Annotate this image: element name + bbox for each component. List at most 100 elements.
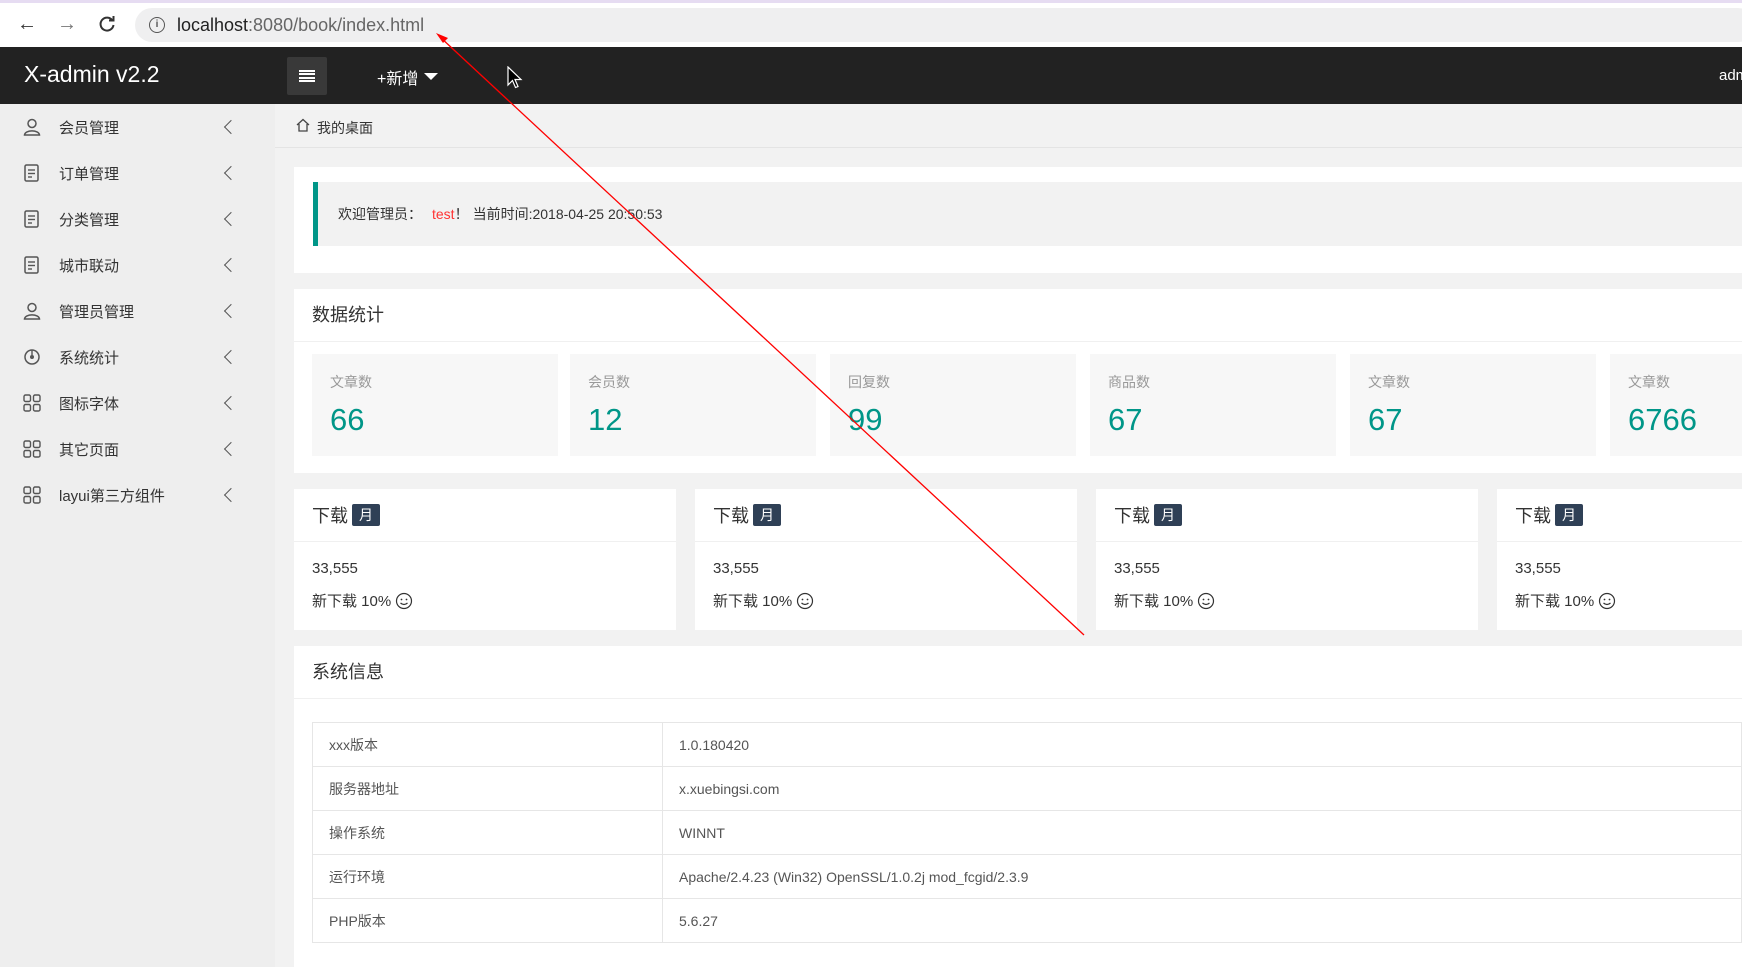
stat-label: 文章数	[1628, 374, 1670, 390]
chevron-left-icon	[223, 395, 239, 411]
table-row: 运行环境 Apache/2.4.23 (Win32) OpenSSL/1.0.2j…	[312, 854, 1742, 899]
stat-value: 67	[1108, 402, 1143, 437]
chevron-left-icon	[223, 165, 239, 181]
stat-label: 文章数	[330, 374, 372, 390]
sidebar-item-label: 管理员管理	[59, 303, 135, 321]
table-row: PHP版本 5.6.27	[312, 898, 1742, 943]
download-count: 33,555	[1114, 560, 1160, 577]
mouse-cursor-icon	[507, 66, 523, 89]
sidebar-item-admins[interactable]: 管理员管理	[0, 288, 275, 334]
add-new-menu[interactable]: +新增	[377, 65, 439, 89]
sidebar-item-label: 其它页面	[59, 441, 120, 459]
row-key: 操作系统	[312, 810, 663, 855]
download-growth-label: 新下载 10%	[312, 593, 392, 610]
download-card: 下载月 33,555 新下载 10%	[1497, 489, 1742, 630]
smile-icon	[797, 592, 814, 609]
url-text[interactable]: localhost:8080/book/index.html	[177, 15, 424, 36]
grid-icon	[23, 486, 41, 504]
row-value: Apache/2.4.23 (Win32) OpenSSL/1.0.2j mod…	[662, 854, 1742, 899]
smile-icon	[1599, 592, 1616, 609]
download-title: 下载	[713, 506, 749, 526]
stat-box[interactable]: 会员数 12	[570, 354, 816, 456]
download-card: 下载月 33,555 新下载 10%	[294, 489, 676, 630]
forward-arrow-icon[interactable]: →	[52, 9, 82, 39]
stat-box[interactable]: 文章数 6766	[1610, 354, 1742, 456]
sidebar-item-layui-components[interactable]: layui第三方组件	[0, 472, 275, 518]
caret-down-icon	[424, 73, 439, 80]
user-menu[interactable]: admin	[1719, 67, 1742, 84]
stat-box[interactable]: 回复数 99	[830, 354, 1076, 456]
smile-icon	[1198, 592, 1215, 609]
download-card: 下载月 33,555 新下载 10%	[695, 489, 1077, 630]
welcome-card: 欢迎管理员： test！ 当前时间:2018-04-25 20:50:53	[294, 167, 1742, 273]
download-title: 下载	[312, 506, 348, 526]
row-key: PHP版本	[312, 898, 663, 943]
stat-value: 6766	[1628, 402, 1697, 437]
breadcrumb-label[interactable]: 我的桌面	[317, 118, 373, 138]
row-value: 1.0.180420	[662, 722, 1742, 767]
menu-toggle-button[interactable]	[287, 57, 327, 95]
main-content: 我的桌面 欢迎管理员： test！ 当前时间:2018-04-25 20:50:…	[275, 104, 1742, 967]
download-growth-label: 新下载 10%	[1114, 593, 1194, 610]
back-arrow-icon[interactable]: ←	[12, 9, 42, 39]
app-logo[interactable]: X-admin v2.2	[24, 61, 160, 88]
download-title: 下载	[1114, 506, 1150, 526]
row-value: 5.6.27	[662, 898, 1742, 943]
breadcrumb: 我的桌面	[275, 104, 1742, 148]
download-growth: 新下载 10%	[312, 590, 413, 611]
stat-value: 67	[1368, 402, 1403, 437]
info-icon[interactable]: i	[149, 17, 165, 33]
table-row: xxx版本 1.0.180420	[312, 722, 1742, 767]
add-new-label: +新增	[377, 71, 419, 88]
sidebar-item-label: 图标字体	[59, 395, 120, 413]
welcome-suffix: ！	[454, 206, 469, 222]
sidebar-item-orders[interactable]: 订单管理	[0, 150, 275, 196]
row-key: 服务器地址	[312, 766, 663, 811]
row-value: x.xuebingsi.com	[662, 766, 1742, 811]
chevron-left-icon	[223, 487, 239, 503]
stat-value: 99	[848, 402, 883, 437]
stat-box[interactable]: 文章数 67	[1350, 354, 1596, 456]
sidebar-item-members[interactable]: 会员管理	[0, 104, 275, 150]
document-icon	[24, 210, 39, 228]
stat-label: 回复数	[848, 374, 890, 390]
stat-box[interactable]: 商品数 67	[1090, 354, 1336, 456]
sidebar-item-statistics[interactable]: 系统统计	[0, 334, 275, 380]
welcome-message: 欢迎管理员： test！ 当前时间:2018-04-25 20:50:53	[313, 182, 1742, 246]
user-icon	[23, 118, 41, 136]
grid-icon	[23, 394, 41, 412]
hamburger-icon	[299, 70, 315, 82]
sidebar-item-city-linkage[interactable]: 城市联动	[0, 242, 275, 288]
stat-box[interactable]: 文章数 66	[312, 354, 558, 456]
address-bar[interactable]: i localhost:8080/book/index.html	[135, 8, 1742, 42]
download-growth: 新下载 10%	[1515, 590, 1616, 611]
download-card-header: 下载月	[695, 489, 1077, 542]
period-badge: 月	[753, 504, 781, 526]
chevron-left-icon	[223, 257, 239, 273]
period-badge: 月	[1154, 504, 1182, 526]
download-card-header: 下载月	[1497, 489, 1742, 542]
system-info-table: xxx版本 1.0.180420 服务器地址 x.xuebingsi.com 操作系…	[312, 722, 1742, 943]
top-header: X-admin v2.2 +新增 admin	[0, 47, 1742, 104]
sidebar-item-label: layui第三方组件	[59, 487, 165, 505]
chevron-left-icon	[223, 211, 239, 227]
chevron-left-icon	[223, 349, 239, 365]
stats-card: 数据统计 文章数 66 会员数 12 回复数 99 商品数 67 文章数 67 …	[294, 289, 1742, 473]
browser-toolbar: ← → i localhost:8080/book/index.html	[0, 0, 1742, 47]
download-growth-label: 新下载 10%	[1515, 593, 1595, 610]
stat-label: 会员数	[588, 374, 630, 390]
system-info-card: 系统信息 xxx版本 1.0.180420 服务器地址 x.xuebingsi.co…	[294, 646, 1742, 967]
system-info-title: 系统信息	[294, 646, 1742, 699]
welcome-user: test	[432, 206, 455, 222]
period-badge: 月	[1555, 504, 1583, 526]
reload-icon[interactable]	[92, 9, 122, 39]
sidebar-item-other-pages[interactable]: 其它页面	[0, 426, 275, 472]
table-row: 服务器地址 x.xuebingsi.com	[312, 766, 1742, 811]
sidebar-item-icon-fonts[interactable]: 图标字体	[0, 380, 275, 426]
sidebar-item-categories[interactable]: 分类管理	[0, 196, 275, 242]
download-title: 下载	[1515, 506, 1551, 526]
document-icon	[24, 256, 39, 274]
smile-icon	[396, 592, 413, 609]
stats-title: 数据统计	[294, 289, 1742, 342]
sidebar-item-label: 订单管理	[59, 165, 120, 183]
